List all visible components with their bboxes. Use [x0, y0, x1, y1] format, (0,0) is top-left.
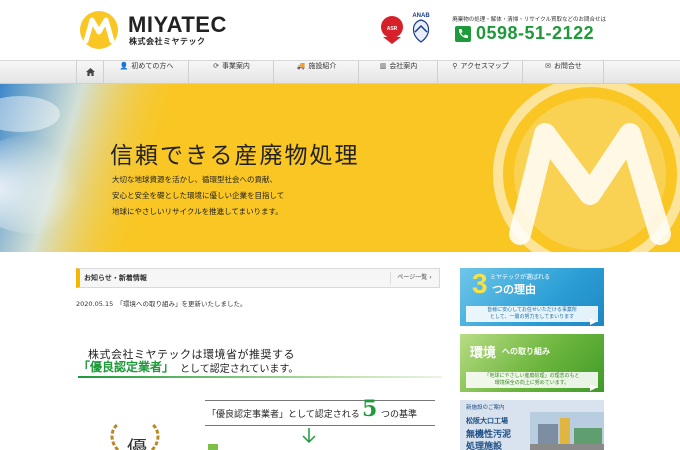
site-header: MIYATEC 株式会社ミヤテック ASR ANAB 廃棄物の処理・解体・清掃・…: [0, 0, 680, 60]
nav-item-access[interactable]: ⚲ アクセスマップ: [439, 61, 523, 84]
contact-note: 廃棄物の処理・解体・清掃・リサイクル買取などのお問合せは: [452, 17, 606, 23]
banner1-title: つの理由: [492, 283, 536, 296]
phone-number[interactable]: 0598-51-2122: [476, 23, 594, 44]
banner2-title-tail: への取り組み: [502, 347, 550, 356]
nav-label: 会社案内: [389, 62, 418, 70]
banner3-top: 新施設のご案内: [466, 405, 505, 411]
banner1-number: 3: [472, 268, 488, 299]
banner3-line-1: 松阪大口工場: [466, 417, 508, 425]
green-marker: [208, 444, 218, 450]
five-criteria-number: 5: [362, 396, 378, 422]
asr-badge-label: ASR: [386, 26, 398, 32]
banner-three-reasons[interactable]: 3 ミヤテックが選ばれる つの理由 皆様に安心してお任せいただける事業所 として…: [460, 268, 604, 326]
logo-subtitle: 株式会社ミヤテック: [129, 37, 206, 46]
chevron-right-icon: ›: [429, 274, 432, 281]
certified-highlight: 「優良認定業者」: [78, 360, 175, 374]
hero-text-line-1: 大切な地球資源を活かし、循環型社会への貢献、: [112, 175, 277, 184]
miyatec-logo-icon[interactable]: [78, 10, 120, 50]
map-marker-icon: ⚲: [452, 62, 458, 70]
banner1-caption-line-2: として、一層の努力をしてまいります: [489, 314, 575, 320]
banner1-caption-line-1: 皆様に安心してお任せいただける事業所: [487, 307, 577, 313]
five-criteria-tail: つの基準: [381, 410, 418, 420]
banner2-caption: 「地球にやさしい産廃処理」の理念のもと 環境保全の向上に努めています。: [466, 372, 598, 388]
logo-name[interactable]: MIYATEC: [128, 12, 227, 38]
hero-text-line-3: 地球にやさしいリサイクルを推進してまいります。: [112, 207, 283, 216]
certified-divider: [78, 376, 442, 378]
nav-home[interactable]: [76, 61, 104, 84]
nav-label: お問合せ: [553, 62, 582, 70]
medal-character: 優: [127, 436, 147, 450]
banner2-caption-line-1: 「地球にやさしい産廃処理」の理念のもと: [484, 373, 580, 379]
nav-label: アクセスマップ: [460, 62, 509, 70]
banner1-caption: 皆様に安心してお任せいただける事業所 として、一層の努力をしてまいります: [466, 306, 598, 322]
banner1-top: ミヤテックが選ばれる: [490, 274, 551, 281]
nav-label: 初めての方へ: [131, 62, 174, 70]
user-icon: 👤: [119, 62, 129, 70]
nav-item-facilities[interactable]: 🚚 施設紹介: [275, 61, 359, 84]
news-title: お知らせ・新着情報: [84, 274, 147, 282]
nav-item-first-time[interactable]: 👤 初めての方へ: [105, 61, 189, 84]
nav-item-contact[interactable]: ✉ お問合せ: [524, 61, 604, 84]
hero-banner: 信頼できる産廃物処理 大切な地球資源を活かし、循環型社会への貢献、 安心と安全を…: [0, 84, 680, 252]
nav-label: 施設紹介: [308, 62, 337, 70]
hero-title: 信頼できる産廃物処理: [110, 143, 360, 169]
nav-item-business[interactable]: ⟳ 事業案内: [190, 61, 274, 84]
five-criteria-text: 「優良認定事業者」として認定される: [207, 410, 360, 420]
banner-environment[interactable]: 環境 への取り組み 「地球にやさしい産廃処理」の理念のもと 環境保全の向上に努め…: [460, 334, 604, 392]
facility-photo: [530, 412, 604, 450]
banner2-caption-line-2: 環境保全の向上に努めています。: [494, 380, 570, 386]
hero-text-line-2: 安心と安全を礎とした環境に優しい企業を目指して: [112, 191, 285, 200]
mail-icon: ✉: [545, 62, 551, 70]
anab-badge-label: ANAB: [412, 13, 430, 19]
truck-icon: 🚚: [296, 62, 306, 70]
phone-icon: [455, 26, 471, 42]
news-more-link[interactable]: ページ一覧 ›: [390, 272, 438, 284]
banner-new-facility[interactable]: 新施設のご案内 松阪大口工場 無機性汚泥 処理施設: [460, 400, 604, 450]
certified-rest: として認定されています。: [180, 364, 299, 375]
news-entry[interactable]: 2020.05.15 「環境への取り組み」を更新いたしました。: [76, 298, 246, 308]
banner2-title: 環境: [470, 346, 497, 361]
refresh-icon: ⟳: [213, 62, 219, 70]
building-icon: ▥: [379, 62, 387, 70]
home-icon: [85, 68, 95, 76]
nav-item-company[interactable]: ▥ 会社案内: [360, 61, 438, 84]
banner3-line-3: 処理施設: [466, 442, 503, 450]
arrow-down-icon: [302, 428, 316, 444]
nav-label: 事業案内: [221, 62, 250, 70]
news-more-label: ページ一覧: [397, 274, 428, 281]
global-nav: 👤 初めての方へ ⟳ 事業案内 🚚 施設紹介 ▥ 会社案内 ⚲ アクセスマップ ✉ お問合せ: [0, 60, 680, 84]
